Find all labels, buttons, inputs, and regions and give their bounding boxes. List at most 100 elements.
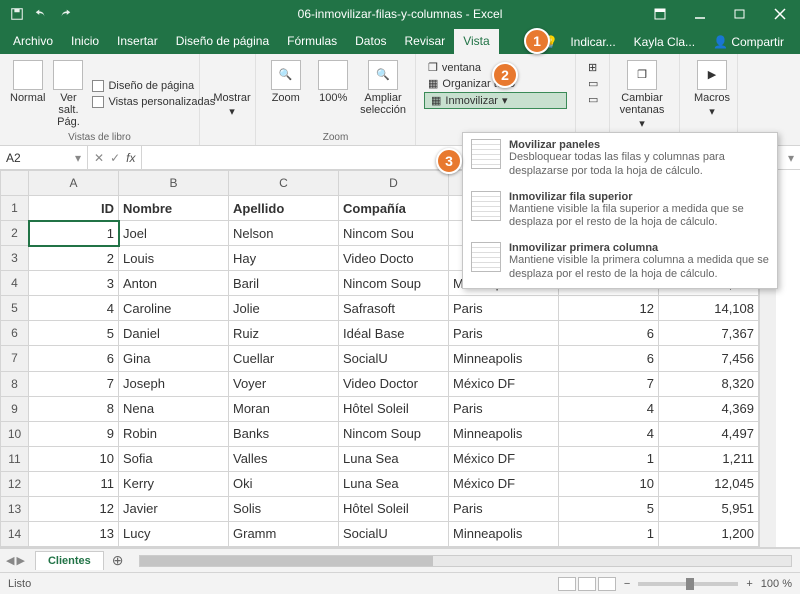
- cell[interactable]: 4: [29, 296, 119, 321]
- cell[interactable]: 9: [29, 421, 119, 446]
- maximize-icon[interactable]: [720, 0, 760, 28]
- enter-formula-icon[interactable]: ✓: [110, 151, 120, 165]
- view-page-break-icon[interactable]: [598, 577, 616, 591]
- cell[interactable]: Hôtel Soleil: [339, 496, 449, 521]
- switch-windows-button[interactable]: ❐Cambiar ventanas▾: [618, 58, 666, 132]
- cell[interactable]: 4: [559, 421, 659, 446]
- tell-me[interactable]: Indicar...: [564, 30, 621, 54]
- cell[interactable]: Gramm: [229, 521, 339, 546]
- tab-datos[interactable]: Datos: [346, 29, 395, 54]
- cell[interactable]: México DF: [449, 471, 559, 496]
- cell[interactable]: Luna Sea: [339, 471, 449, 496]
- cell[interactable]: 14,108: [659, 296, 759, 321]
- cell[interactable]: Louis: [119, 246, 229, 271]
- cell[interactable]: Minneapolis: [449, 521, 559, 546]
- cell[interactable]: Moran: [229, 396, 339, 421]
- cell[interactable]: 6: [29, 346, 119, 371]
- cell[interactable]: Compañía: [339, 196, 449, 221]
- cell[interactable]: 12: [559, 296, 659, 321]
- cell[interactable]: 1,211: [659, 446, 759, 471]
- row-header[interactable]: 13: [1, 496, 29, 521]
- row-header[interactable]: 1: [1, 196, 29, 221]
- normal-view-button[interactable]: Normal: [8, 58, 47, 130]
- cell[interactable]: Daniel: [119, 321, 229, 346]
- cell[interactable]: 7: [29, 371, 119, 396]
- col-header[interactable]: D: [339, 171, 449, 196]
- cell[interactable]: 12: [29, 496, 119, 521]
- tab-archivo[interactable]: Archivo: [4, 29, 62, 54]
- cell[interactable]: Hôtel Soleil: [339, 396, 449, 421]
- freeze-panes-button[interactable]: ▦Inmovilizar ▾: [424, 92, 567, 109]
- ribbon-options-icon[interactable]: [640, 0, 680, 28]
- tab-insertar[interactable]: Insertar: [108, 29, 167, 54]
- cell[interactable]: 6: [559, 346, 659, 371]
- row-header[interactable]: 14: [1, 521, 29, 546]
- cell[interactable]: Paris: [449, 496, 559, 521]
- cell[interactable]: Minneapolis: [449, 421, 559, 446]
- share-button[interactable]: 👤 Compartir: [707, 30, 790, 54]
- cell[interactable]: Safrasoft: [339, 296, 449, 321]
- select-all-cell[interactable]: [1, 171, 29, 196]
- row-header[interactable]: 7: [1, 346, 29, 371]
- row-header[interactable]: 2: [1, 221, 29, 246]
- sheet-nav-next-icon[interactable]: ▶: [16, 554, 24, 567]
- cell[interactable]: Paris: [449, 321, 559, 346]
- cell[interactable]: 1: [29, 221, 119, 246]
- cell[interactable]: Nincom Soup: [339, 271, 449, 296]
- add-sheet-button[interactable]: ⊕: [104, 552, 132, 569]
- cell[interactable]: Paris: [449, 296, 559, 321]
- tab-revisar[interactable]: Revisar: [396, 29, 455, 54]
- cell[interactable]: 1: [559, 446, 659, 471]
- cell[interactable]: Ruiz: [229, 321, 339, 346]
- custom-views-button[interactable]: Vistas personalizadas: [89, 95, 218, 109]
- expand-formula-bar-icon[interactable]: ▾: [782, 151, 800, 165]
- cell[interactable]: 11: [29, 471, 119, 496]
- cell[interactable]: Banks: [229, 421, 339, 446]
- cell[interactable]: 3: [29, 271, 119, 296]
- cell[interactable]: 8: [29, 396, 119, 421]
- name-box[interactable]: A2 ▾: [0, 146, 88, 169]
- cell[interactable]: Nombre: [119, 196, 229, 221]
- cell[interactable]: 13: [29, 521, 119, 546]
- cell[interactable]: Robin: [119, 421, 229, 446]
- cell[interactable]: 5: [559, 496, 659, 521]
- redo-icon[interactable]: [58, 7, 72, 21]
- zoom-out-button[interactable]: −: [624, 578, 630, 590]
- cell[interactable]: Minneapolis: [449, 346, 559, 371]
- cell[interactable]: 10: [29, 446, 119, 471]
- zoom-100-button[interactable]: 100%: [312, 58, 356, 118]
- row-header[interactable]: 6: [1, 321, 29, 346]
- save-icon[interactable]: [10, 7, 24, 21]
- cell[interactable]: Jolie: [229, 296, 339, 321]
- cell[interactable]: Paris: [449, 396, 559, 421]
- cell[interactable]: Sofia: [119, 446, 229, 471]
- cell[interactable]: Hay: [229, 246, 339, 271]
- cell[interactable]: Oki: [229, 471, 339, 496]
- zoom-selection-button[interactable]: 🔍Ampliar selección: [359, 58, 407, 118]
- cell[interactable]: México DF: [449, 371, 559, 396]
- cell[interactable]: Nena: [119, 396, 229, 421]
- macros-button[interactable]: ▶Macros▾: [688, 58, 736, 120]
- cell[interactable]: Idéal Base: [339, 321, 449, 346]
- sheet-tab-clientes[interactable]: Clientes: [35, 551, 104, 570]
- cell[interactable]: Nelson: [229, 221, 339, 246]
- row-header[interactable]: 5: [1, 296, 29, 321]
- cell[interactable]: 1: [559, 521, 659, 546]
- zoom-slider[interactable]: [638, 582, 738, 586]
- cell[interactable]: 6: [559, 321, 659, 346]
- tab-inicio[interactable]: Inicio: [62, 29, 108, 54]
- freeze-first-column-item[interactable]: Inmovilizar primera columnaMantiene visi…: [463, 236, 777, 288]
- row-header[interactable]: 12: [1, 471, 29, 496]
- cell[interactable]: 5,951: [659, 496, 759, 521]
- cell[interactable]: Nincom Soup: [339, 421, 449, 446]
- sheet-nav-prev-icon[interactable]: ◀: [6, 554, 14, 567]
- tab-diseno-pagina[interactable]: Diseño de página: [167, 29, 278, 54]
- cell[interactable]: Solis: [229, 496, 339, 521]
- cell[interactable]: Javier: [119, 496, 229, 521]
- freeze-top-row-item[interactable]: Inmovilizar fila superiorMantiene visibl…: [463, 185, 777, 237]
- cell[interactable]: Joel: [119, 221, 229, 246]
- cell[interactable]: Luna Sea: [339, 446, 449, 471]
- col-header[interactable]: C: [229, 171, 339, 196]
- cell[interactable]: Video Docto: [339, 246, 449, 271]
- cell[interactable]: 10: [559, 471, 659, 496]
